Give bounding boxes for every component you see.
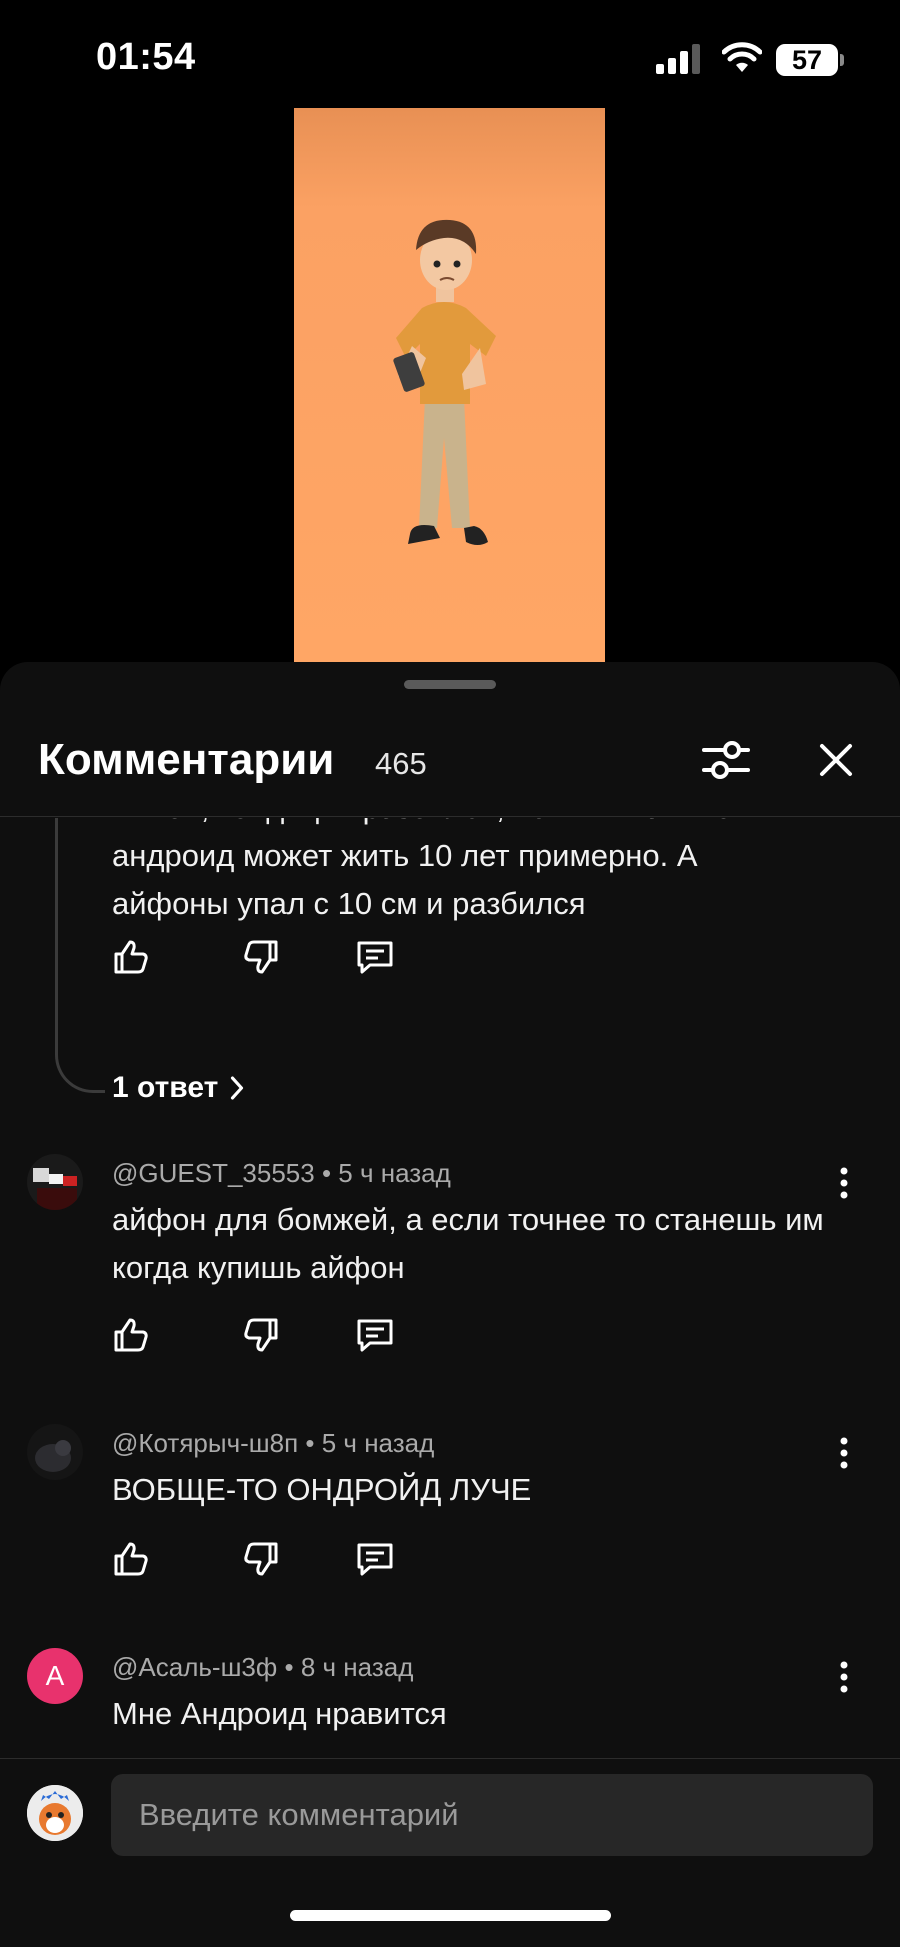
comment-meta: @Котярыч-ш8п • 5 ч назад: [112, 1428, 435, 1458]
like-button[interactable]: [108, 934, 154, 980]
status-bar: 01:54 57: [0, 0, 900, 110]
replies-label: 1 ответ: [112, 1071, 219, 1104]
comment-text: ВОБЩЕ-ТО ОНДРОЙД ЛУЧЕ: [112, 1472, 532, 1507]
thumbs-up-icon: [114, 1542, 148, 1576]
avatar[interactable]: [27, 1424, 83, 1480]
cellular-signal-icon: [656, 44, 700, 74]
sheet-title: Комментарии: [38, 735, 335, 784]
comment-text: айфон для бомжей, а если точнее то стане…: [112, 1202, 824, 1285]
video-illustration: [393, 219, 496, 545]
comment-author[interactable]: @Котярыч-ш8п: [112, 1428, 298, 1458]
comments-sheet: Комментарии 465 живой, кондиции разбился…: [0, 662, 900, 1947]
comment-actions: [108, 1312, 393, 1362]
comment-author[interactable]: @GUEST_35553: [112, 1158, 315, 1188]
comment-input[interactable]: [111, 1774, 873, 1856]
user-avatar-image: [27, 1424, 83, 1480]
comment-author[interactable]: @Асаль-ш3ф: [112, 1652, 277, 1682]
chevron-right-icon: [231, 1076, 244, 1100]
comment-actions: [108, 934, 393, 984]
reply-comment-icon: [357, 941, 393, 974]
thumbs-down-icon: [244, 1318, 278, 1352]
comment-text: живой, кондиции разбился, но жив. Так чт…: [112, 818, 732, 921]
my-avatar[interactable]: [27, 1785, 83, 1841]
reply-button[interactable]: [352, 1536, 398, 1582]
comment-meta: @Асаль-ш3ф • 8 ч назад: [112, 1652, 414, 1682]
wifi-icon: [722, 42, 762, 72]
comment-count: 465: [375, 746, 427, 781]
video-player[interactable]: [294, 108, 605, 662]
close-icon: [820, 744, 852, 776]
thumbs-down-icon: [244, 940, 278, 974]
sliders-icon: [702, 741, 750, 779]
like-button[interactable]: [108, 1536, 154, 1582]
close-button[interactable]: [804, 728, 868, 792]
comment-meta: @GUEST_35553 • 5 ч назад: [112, 1158, 451, 1188]
battery-level: 57: [791, 44, 823, 75]
avatar-letter: А: [45, 1660, 65, 1691]
dislike-button[interactable]: [238, 934, 284, 980]
battery-indicator: 57: [776, 44, 838, 76]
reply-button[interactable]: [352, 1312, 398, 1358]
comment-actions: [108, 1536, 393, 1586]
thumbs-up-icon: [114, 940, 148, 974]
avatar[interactable]: А: [27, 1648, 83, 1704]
dislike-button[interactable]: [238, 1536, 284, 1582]
drag-handle[interactable]: [404, 680, 496, 689]
comment-time: 8 ч назад: [300, 1652, 414, 1682]
thumbs-down-icon: [244, 1542, 278, 1576]
home-indicator[interactable]: [290, 1910, 611, 1921]
status-time: 01:54: [96, 36, 196, 78]
filter-button[interactable]: [694, 728, 758, 792]
battery-tip: [840, 54, 844, 66]
sheet-header: Комментарии 465: [0, 722, 900, 817]
dislike-button[interactable]: [238, 1312, 284, 1358]
comment-list[interactable]: живой, кондиции разбился, но жив. Так чт…: [0, 818, 900, 1758]
comment-time: 5 ч назад: [338, 1158, 451, 1188]
avatar[interactable]: [27, 1154, 83, 1210]
like-button[interactable]: [108, 1312, 154, 1358]
reply-comment-icon: [357, 1543, 393, 1576]
user-avatar-image: [27, 1785, 83, 1841]
view-replies-link[interactable]: 1 ответ: [112, 1071, 246, 1105]
reply-button[interactable]: [352, 934, 398, 980]
thumbs-up-icon: [114, 1318, 148, 1352]
comment-time: 5 ч назад: [321, 1428, 435, 1458]
reply-comment-icon: [357, 1319, 393, 1352]
thread-connector: [55, 818, 105, 1093]
comment-text: Мне Андроид нравится: [112, 1696, 447, 1731]
user-avatar-image: [27, 1154, 83, 1210]
